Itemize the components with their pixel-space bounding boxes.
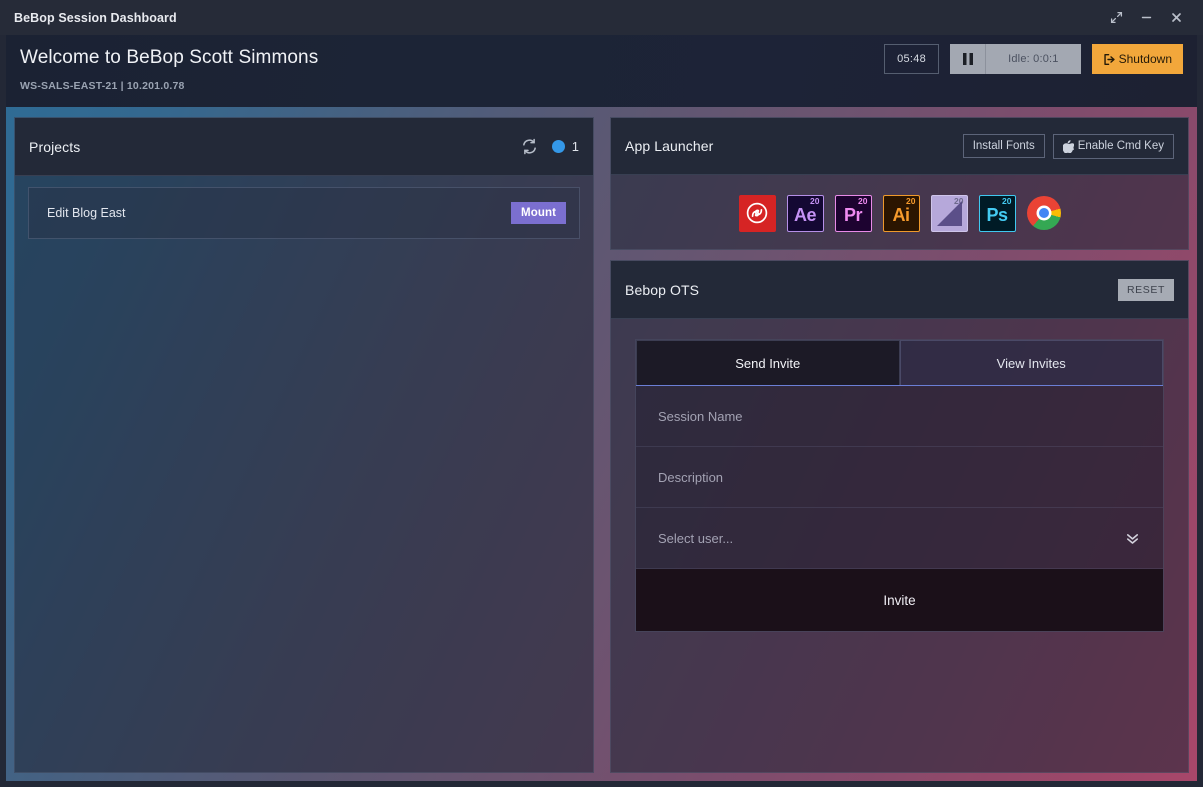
app-icon-list: 20 Ae 20 Pr 20 Ai 20 20 Ps: [611, 175, 1188, 249]
apple-icon: [1062, 139, 1074, 153]
status-dot-icon: [551, 140, 565, 153]
welcome-banner: Welcome to BeBop Scott Simmons WS-SALS-E…: [6, 35, 1197, 107]
app-version-badge: 20: [906, 195, 916, 206]
pause-button[interactable]: [950, 44, 987, 74]
user-select[interactable]: Select user...: [636, 508, 1163, 569]
install-fonts-button[interactable]: Install Fonts: [962, 134, 1045, 158]
session-name-placeholder: Session Name: [658, 408, 743, 424]
right-column: App Launcher Install Fonts Enable Cmd Ke…: [602, 117, 1197, 781]
idle-status-label: Idle: 0:0:1: [1008, 53, 1059, 65]
projects-panel-title: Projects: [29, 138, 81, 155]
adobe-media-encoder-icon[interactable]: 20: [930, 194, 968, 232]
project-row[interactable]: Edit Blog East Mount: [28, 187, 580, 239]
workstation-info: WS-SALS-EAST-21 | 10.201.0.78: [20, 80, 185, 92]
app-launcher-actions: Install Fonts Enable Cmd Key: [962, 133, 1174, 159]
chevron-double-down-icon: [1124, 530, 1141, 547]
tab-send-invite[interactable]: Send Invite: [636, 340, 900, 385]
expand-icon[interactable]: [1101, 0, 1131, 35]
projects-panel-header: Projects 1: [15, 118, 593, 176]
mount-button[interactable]: Mount: [511, 202, 566, 224]
app-mark: Pr: [843, 204, 863, 225]
description-placeholder: Description: [658, 469, 724, 485]
window-title: BeBop Session Dashboard: [14, 10, 177, 25]
projects-header-actions: 1: [521, 138, 579, 155]
invite-card: Send Invite View Invites Session Name De…: [635, 339, 1164, 632]
logout-icon: [1103, 53, 1115, 65]
tab-view-invites[interactable]: View Invites: [899, 340, 1163, 385]
window-body: Welcome to BeBop Scott Simmons WS-SALS-E…: [0, 35, 1203, 787]
adobe-illustrator-icon[interactable]: 20 Ai: [882, 194, 920, 232]
main-grid: Projects 1 Edit Blog East Mount App Laun…: [6, 107, 1197, 781]
projects-list: Edit Blog East Mount: [15, 176, 593, 772]
welcome-text-block: Welcome to BeBop Scott Simmons WS-SALS-E…: [20, 45, 318, 92]
app-launcher-title: App Launcher: [625, 138, 714, 154]
bebop-ots-panel: Bebop OTS RESET Send Invite View Invites: [610, 260, 1189, 773]
adobe-premiere-pro-icon[interactable]: 20 Pr: [834, 194, 872, 232]
creative-cloud-glyph: [746, 202, 768, 224]
invite-button[interactable]: Invite: [636, 569, 1163, 631]
session-controls: 05:48 Idle: 0:0:1 Shutdown: [884, 44, 1183, 74]
title-bar: BeBop Session Dashboard: [0, 0, 1203, 35]
minimize-icon[interactable]: [1131, 0, 1161, 35]
left-column: Projects 1 Edit Blog East Mount: [6, 117, 602, 781]
reset-button[interactable]: RESET: [1117, 278, 1174, 301]
projects-panel: Projects 1 Edit Blog East Mount: [14, 117, 594, 773]
window-controls: [1101, 0, 1203, 35]
pause-icon: [962, 53, 973, 65]
projects-count: 1: [571, 139, 579, 154]
description-input[interactable]: Description: [636, 447, 1163, 508]
bebop-ots-body: Send Invite View Invites Session Name De…: [611, 319, 1188, 772]
adobe-after-effects-icon[interactable]: 20 Ae: [786, 194, 824, 232]
content-root: Welcome to BeBop Scott Simmons WS-SALS-E…: [6, 35, 1197, 781]
page-title: Welcome to BeBop Scott Simmons: [20, 47, 319, 68]
app-launcher-panel: App Launcher Install Fonts Enable Cmd Ke…: [610, 117, 1189, 250]
app-version-badge: 20: [1002, 195, 1012, 206]
project-name: Edit Blog East: [47, 206, 126, 220]
enable-cmd-key-button[interactable]: Enable Cmd Key: [1052, 133, 1174, 159]
adobe-creative-cloud-icon[interactable]: [738, 194, 776, 232]
shutdown-label: Shutdown: [1118, 52, 1172, 66]
media-encoder-glyph: [936, 200, 962, 226]
app-launcher-header: App Launcher Install Fonts Enable Cmd Ke…: [611, 118, 1188, 175]
adobe-photoshop-icon[interactable]: 20 Ps: [978, 194, 1016, 232]
app-mark: Ae: [793, 204, 817, 225]
bebop-ots-title: Bebop OTS: [625, 281, 700, 298]
user-select-placeholder: Select user...: [658, 530, 734, 546]
google-chrome-icon[interactable]: [1026, 196, 1061, 230]
bebop-ots-actions: RESET: [1117, 278, 1174, 301]
close-icon[interactable]: [1161, 0, 1191, 35]
enable-cmd-key-label: Enable Cmd Key: [1077, 140, 1164, 152]
app-mark: Ai: [892, 204, 911, 225]
projects-count-group: 1: [551, 139, 579, 154]
session-name-input[interactable]: Session Name: [636, 386, 1163, 447]
install-fonts-label: Install Fonts: [972, 140, 1035, 152]
app-version-badge: 20: [810, 195, 820, 206]
bebop-ots-header: Bebop OTS RESET: [611, 261, 1188, 319]
app-mark: Ps: [986, 204, 1008, 225]
refresh-icon[interactable]: [521, 138, 538, 155]
app-version-badge: 20: [858, 195, 868, 206]
app-window: BeBop Session Dashboard Welcome to BeBop…: [0, 0, 1203, 787]
shutdown-button[interactable]: Shutdown: [1091, 44, 1183, 74]
invite-tabs: Send Invite View Invites: [636, 340, 1163, 386]
session-timer: 05:48: [884, 44, 940, 74]
idle-group: Idle: 0:0:1: [950, 44, 1081, 74]
